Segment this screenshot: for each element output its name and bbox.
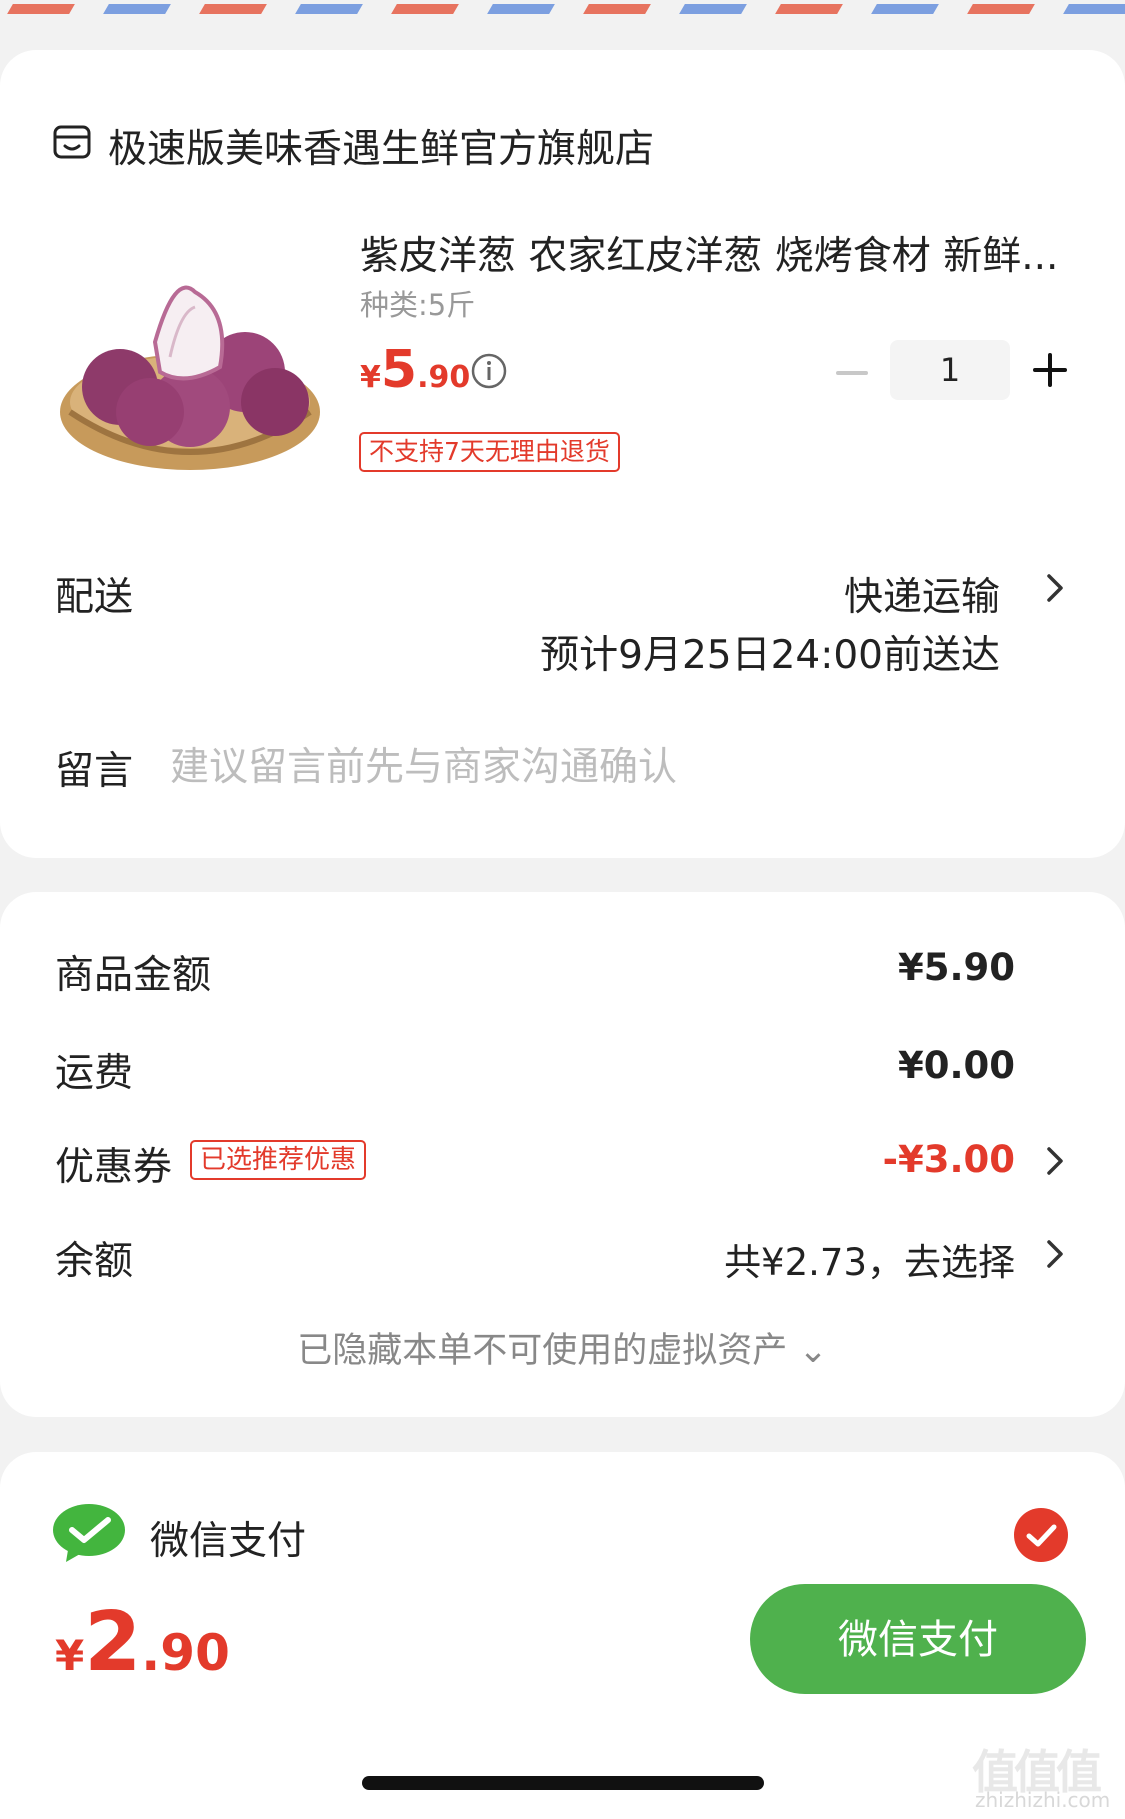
chevron-right-icon[interactable]	[1043, 1143, 1067, 1179]
shop-name[interactable]: 极速版美味香遇生鲜官方旗舰店	[108, 118, 654, 174]
price-decimal: .90	[417, 360, 471, 395]
delivery-method[interactable]: 快递运输	[844, 566, 1000, 622]
stripe-segment	[871, 4, 939, 14]
price-integer: 5	[380, 340, 418, 400]
watermark-url: zhizhizhi.com	[975, 1788, 1111, 1812]
message-input[interactable]	[170, 740, 1070, 794]
info-icon[interactable]	[470, 352, 508, 390]
chevron-right-icon[interactable]	[1043, 570, 1067, 606]
shipping-fee-label: 运费	[55, 1051, 134, 1096]
wechat-pay-icon	[53, 1504, 125, 1562]
stripe-segment	[295, 4, 363, 14]
coupon-badge: 已选推荐优惠	[190, 1140, 367, 1180]
stripe-segment	[487, 4, 555, 14]
stripe-segment	[967, 4, 1035, 14]
order-total: ¥2.90	[55, 1595, 230, 1690]
selected-check-icon[interactable]	[1014, 1508, 1068, 1562]
product-price: ¥5.90	[360, 340, 470, 400]
total-integer: 2	[84, 1595, 142, 1690]
hidden-assets-toggle[interactable]: 已隐藏本单不可使用的虚拟资产 ⌄	[0, 1322, 1125, 1373]
total-symbol: ¥	[55, 1631, 85, 1680]
product-spec: 种类:5斤	[360, 288, 476, 322]
delivery-eta: 预计9月25日24:00前送达	[540, 633, 1000, 678]
chevron-right-icon[interactable]	[1043, 1236, 1067, 1272]
balance-label: 余额	[55, 1239, 134, 1284]
stripe-segment	[679, 4, 747, 14]
onion-basket-image	[60, 285, 320, 470]
no-return-badge: 不支持7天无理由退货	[359, 432, 620, 472]
quantity-decrease-button[interactable]	[834, 355, 870, 391]
message-label: 留言	[55, 749, 134, 794]
stripe-segment	[1063, 4, 1125, 14]
stripe-segment	[775, 4, 843, 14]
stripe-segment	[7, 4, 75, 14]
price-symbol: ¥	[360, 360, 381, 395]
airmail-stripe	[0, 0, 1125, 16]
stripe-segment	[583, 4, 651, 14]
goods-amount-label: 商品金额	[55, 953, 212, 998]
balance-value[interactable]: 共¥2.73，去选择	[724, 1232, 1015, 1286]
delivery-label: 配送	[55, 575, 134, 620]
home-indicator[interactable]	[362, 1776, 764, 1790]
total-decimal: .90	[141, 1624, 230, 1682]
coupon-value[interactable]: -¥3.00	[883, 1138, 1015, 1181]
stripe-segment	[391, 4, 459, 14]
quantity-increase-button[interactable]	[1030, 350, 1070, 390]
goods-amount-value: ¥5.90	[897, 946, 1015, 989]
payment-method-label[interactable]: 微信支付	[150, 1510, 306, 1566]
coupon-label: 优惠券	[55, 1145, 173, 1190]
shipping-fee-value: ¥0.00	[897, 1044, 1015, 1087]
product-title[interactable]: 紫皮洋葱 农家红皮洋葱 烧烤食材 新鲜...	[360, 225, 1075, 281]
stripe-segment	[103, 4, 171, 14]
wechat-pay-button[interactable]: 微信支付	[750, 1584, 1086, 1694]
quantity-value[interactable]: 1	[890, 340, 1010, 400]
stripe-segment	[199, 4, 267, 14]
store-icon	[53, 125, 91, 159]
